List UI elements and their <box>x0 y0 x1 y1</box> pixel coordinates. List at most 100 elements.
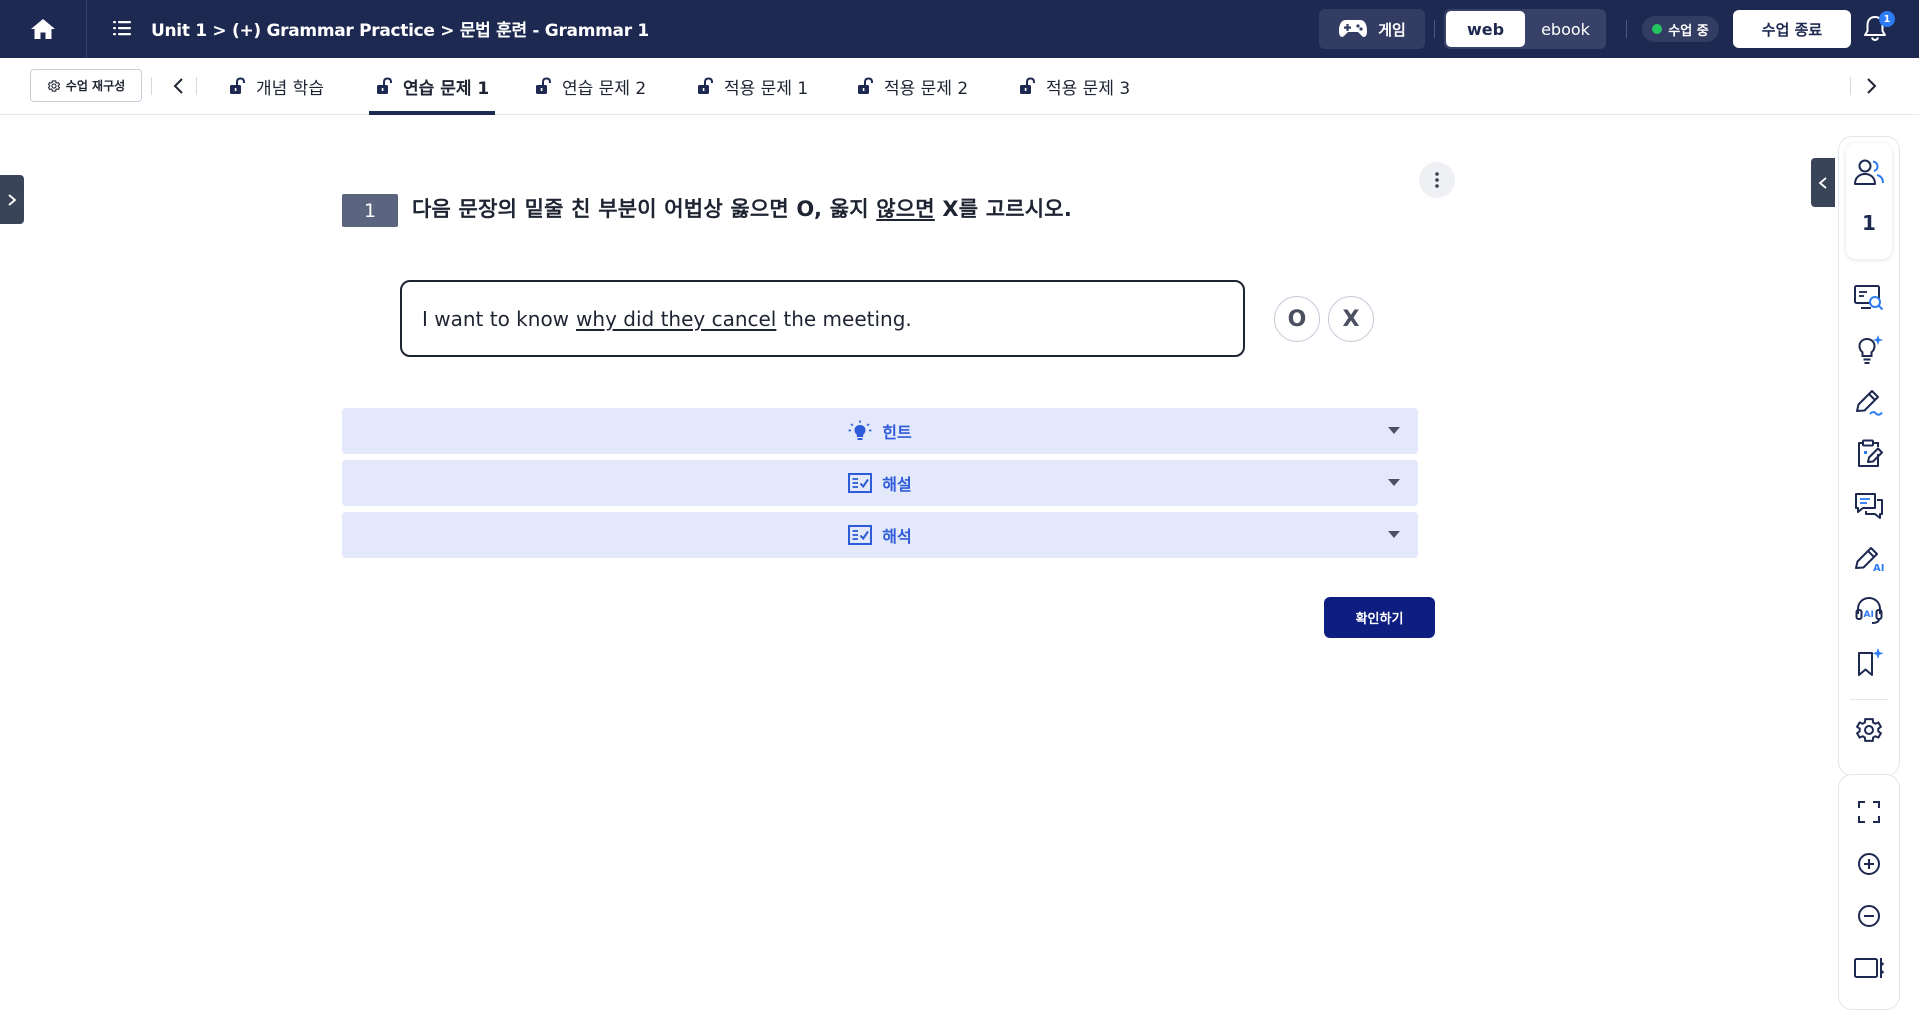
gamepad-icon <box>1338 19 1368 39</box>
unlock-icon <box>228 77 246 95</box>
ai-writing-button[interactable]: AI <box>1852 541 1886 575</box>
zoom-in-icon <box>1856 851 1882 877</box>
mode-toggle: web ebook <box>1444 9 1606 49</box>
chevron-down-icon <box>1388 531 1400 538</box>
tab-concept-learning[interactable]: 개념 학습 <box>222 58 330 114</box>
reorganize-class-label: 수업 재구성 <box>65 79 126 93</box>
question-text-before: 다음 문장의 밑줄 친 부분이 어법상 옳으면 O, 옳지 <box>412 197 877 221</box>
tab-application-2[interactable]: 적용 문제 2 <box>850 58 974 114</box>
assignment-button[interactable] <box>1852 437 1886 471</box>
more-vertical-icon <box>1434 171 1440 189</box>
sentence-before: I want to know <box>422 306 570 331</box>
more-options-button[interactable] <box>1419 162 1455 198</box>
fullscreen-button[interactable] <box>1852 795 1886 829</box>
participants-card[interactable]: 1 <box>1846 143 1892 259</box>
question-sentence-box: I want to know why did they cancel the mee… <box>400 280 1245 357</box>
tab-label: 개념 학습 <box>256 78 324 99</box>
divider <box>196 77 197 95</box>
chevron-down-icon <box>1388 479 1400 486</box>
unlock-icon <box>1018 77 1036 95</box>
game-label: 게임 <box>1378 20 1406 39</box>
ai-tutor-button[interactable]: AI <box>1852 593 1886 627</box>
option-x-button[interactable]: X <box>1328 296 1374 342</box>
confirm-button[interactable]: 확인하기 <box>1324 597 1435 638</box>
zoom-out-icon <box>1856 903 1882 929</box>
pen-ai-icon: AI <box>1852 542 1886 574</box>
hint-label: 힌트 <box>882 423 912 442</box>
tab-label: 연습 문제 1 <box>403 78 490 99</box>
clipboard-pen-icon <box>1853 438 1885 470</box>
breadcrumb: Unit 1 > (+) Grammar Practice > 문법 훈련 - … <box>151 21 649 41</box>
screen-search-button[interactable] <box>1852 281 1886 315</box>
home-button[interactable] <box>0 0 87 58</box>
notification-badge: 1 <box>1879 11 1895 27</box>
question-text-underlined: 않으면 <box>876 197 935 221</box>
game-button[interactable]: 게임 <box>1319 9 1425 49</box>
unlock-icon <box>534 77 552 95</box>
notification-button[interactable]: 1 <box>1862 11 1895 44</box>
tab-application-1[interactable]: 적용 문제 1 <box>690 58 814 114</box>
panel-toggle-button[interactable] <box>1852 951 1886 985</box>
tab-scroll-left-button[interactable] <box>168 75 190 97</box>
fullscreen-icon <box>1856 799 1882 825</box>
panel-toggle-icon <box>1853 955 1885 981</box>
sentence-underlined: why did they cancel <box>576 306 777 331</box>
zoom-out-button[interactable] <box>1852 899 1886 933</box>
toolbar-divider <box>1850 699 1888 700</box>
settings-icon <box>1854 715 1884 745</box>
zoom-in-button[interactable] <box>1852 847 1886 881</box>
users-icon <box>1852 157 1886 187</box>
divider <box>1626 20 1627 38</box>
question-text-after: X를 고르시오. <box>934 197 1073 221</box>
chevron-left-icon <box>1817 176 1829 190</box>
chevron-right-icon <box>6 193 18 207</box>
chevron-left-icon <box>168 75 190 97</box>
left-panel-toggle[interactable] <box>0 175 24 224</box>
divider <box>1850 77 1851 95</box>
bookmark-button[interactable] <box>1852 646 1886 680</box>
option-o-button[interactable]: O <box>1274 296 1320 342</box>
headset-ai-icon: AI <box>1853 594 1885 626</box>
translation-accordion[interactable]: 해석 <box>342 512 1418 558</box>
tab-scroll-right-button[interactable] <box>1860 75 1882 97</box>
status-dot-icon <box>1652 24 1663 34</box>
chat-button[interactable] <box>1852 489 1886 523</box>
unlock-icon <box>856 77 874 95</box>
class-status-label: 수업 중 <box>1668 23 1709 39</box>
home-icon <box>30 17 56 41</box>
drawing-button[interactable] <box>1852 385 1886 419</box>
hint-accordion[interactable]: 힌트 <box>342 408 1418 454</box>
tab-practice-2[interactable]: 연습 문제 2 <box>528 58 652 114</box>
mode-web-button[interactable]: web <box>1446 11 1525 47</box>
tab-application-3[interactable]: 적용 문제 3 <box>1012 58 1136 114</box>
reorganize-class-button[interactable]: 수업 재구성 <box>30 69 142 102</box>
svg-text:AI: AI <box>1864 610 1874 620</box>
gear-icon <box>47 79 61 93</box>
sentence-after: the meeting. <box>783 306 912 331</box>
explanation-accordion[interactable]: 해설 <box>342 460 1418 506</box>
question-text: 다음 문장의 밑줄 친 부분이 어법상 옳으면 O, 옳지 않으면 X를 고르시… <box>412 193 1072 223</box>
question-number: 1 <box>342 194 398 227</box>
right-panel-collapse-button[interactable] <box>1811 158 1835 207</box>
screen-search-icon <box>1853 283 1885 313</box>
tab-bar: 수업 재구성 개념 학습 연습 문제 1 연습 문제 2 적용 문제 1 적용 … <box>0 58 1919 115</box>
lightbulb-ai-icon <box>1854 334 1884 366</box>
translation-label: 해석 <box>882 527 912 546</box>
unlock-icon <box>696 77 714 95</box>
end-class-button[interactable]: 수업 종료 <box>1733 10 1851 48</box>
explanation-label: 해설 <box>882 475 912 494</box>
class-status-badge: 수업 중 <box>1642 16 1719 42</box>
participant-count: 1 <box>1862 211 1876 235</box>
mode-ebook-button[interactable]: ebook <box>1527 11 1604 47</box>
chat-bubbles-icon <box>1853 491 1885 521</box>
settings-button[interactable] <box>1852 713 1886 747</box>
list-icon[interactable] <box>111 17 133 39</box>
tab-label: 적용 문제 3 <box>1046 78 1131 99</box>
chevron-down-icon <box>1388 427 1400 434</box>
ai-hint-button[interactable] <box>1852 333 1886 367</box>
chevron-right-icon <box>1860 75 1882 97</box>
checklist-icon <box>848 473 873 493</box>
divider <box>1434 20 1435 38</box>
tab-label: 적용 문제 1 <box>724 78 809 99</box>
tab-practice-1[interactable]: 연습 문제 1 <box>369 58 496 115</box>
